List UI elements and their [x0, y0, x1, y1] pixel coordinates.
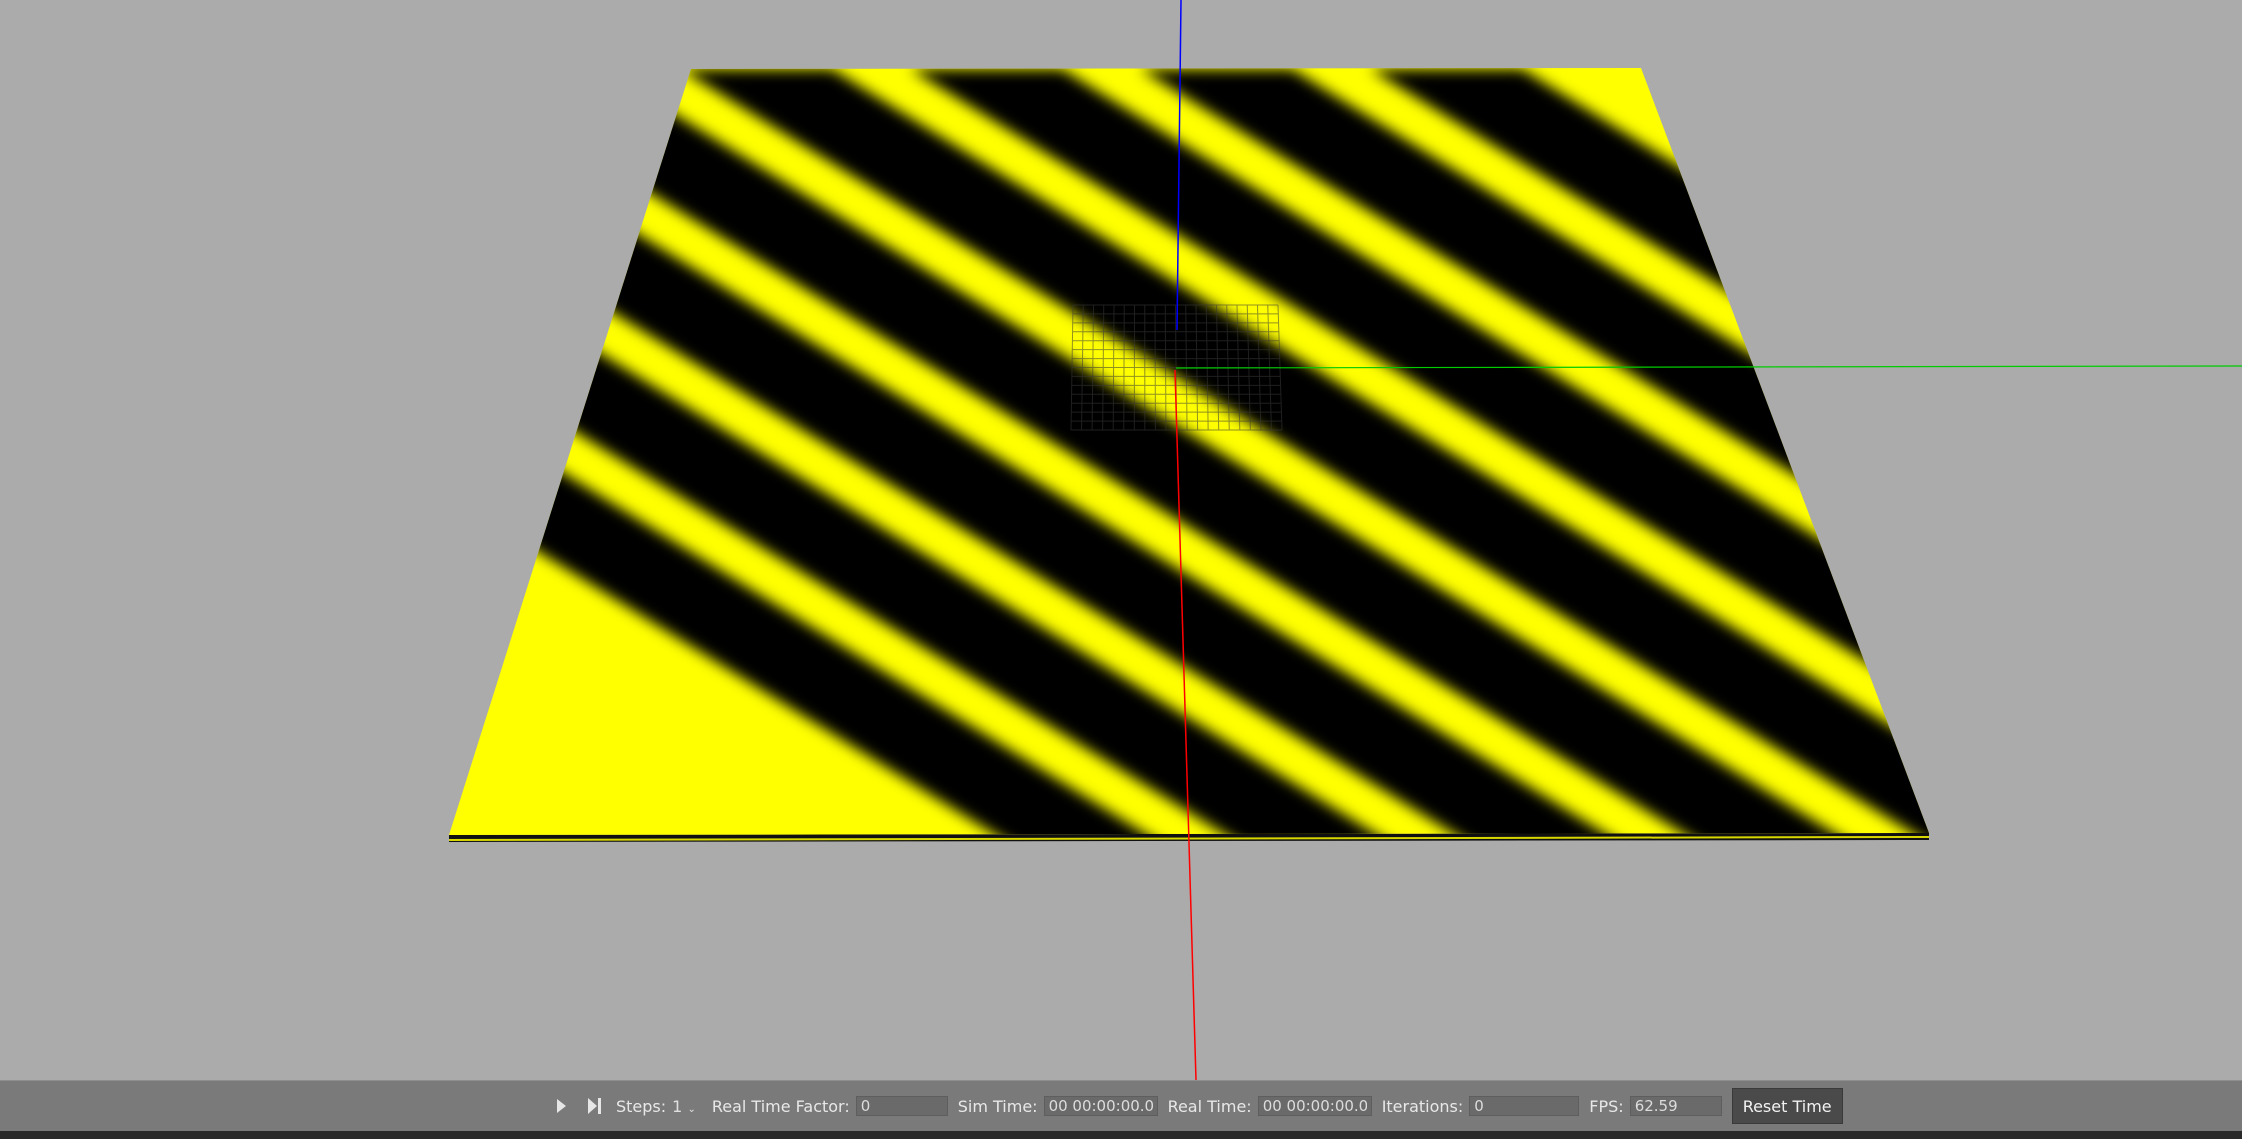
sim-time-field[interactable] — [1043, 1096, 1158, 1116]
ground-plane — [449, 68, 1929, 835]
steps-spinbox[interactable]: 1 ⌄ — [672, 1097, 696, 1116]
steps-value: 1 — [672, 1096, 683, 1116]
rtf-label: Real Time Factor: — [711, 1096, 850, 1116]
reset-time-button[interactable]: Reset Time — [1731, 1088, 1843, 1124]
fps-field[interactable] — [1629, 1096, 1722, 1116]
iterations-label: Iterations: — [1381, 1096, 1464, 1116]
fps-label: FPS: — [1589, 1096, 1624, 1116]
play-icon — [557, 1099, 566, 1113]
3d-viewport[interactable] — [0, 0, 2242, 1080]
step-forward-icon — [588, 1098, 601, 1114]
real-time-field[interactable] — [1257, 1096, 1372, 1116]
play-button[interactable] — [548, 1092, 574, 1120]
step-button[interactable] — [582, 1092, 608, 1120]
status-strip — [0, 1131, 2242, 1139]
chevron-down-icon: ⌄ — [687, 1103, 696, 1115]
time-toolbar: Steps: 1 ⌄ Real Time Factor: Sim Time: R… — [0, 1080, 2242, 1131]
real-time-label: Real Time: — [1167, 1096, 1252, 1116]
grid-line — [1123, 304, 1125, 431]
rtf-field[interactable] — [855, 1096, 948, 1116]
iterations-field[interactable] — [1469, 1096, 1580, 1116]
scene-canvas[interactable] — [0, 0, 2242, 1080]
grid-line — [1164, 304, 1167, 431]
steps-label: Steps: — [616, 1096, 667, 1116]
sim-time-label: Sim Time: — [957, 1096, 1038, 1116]
